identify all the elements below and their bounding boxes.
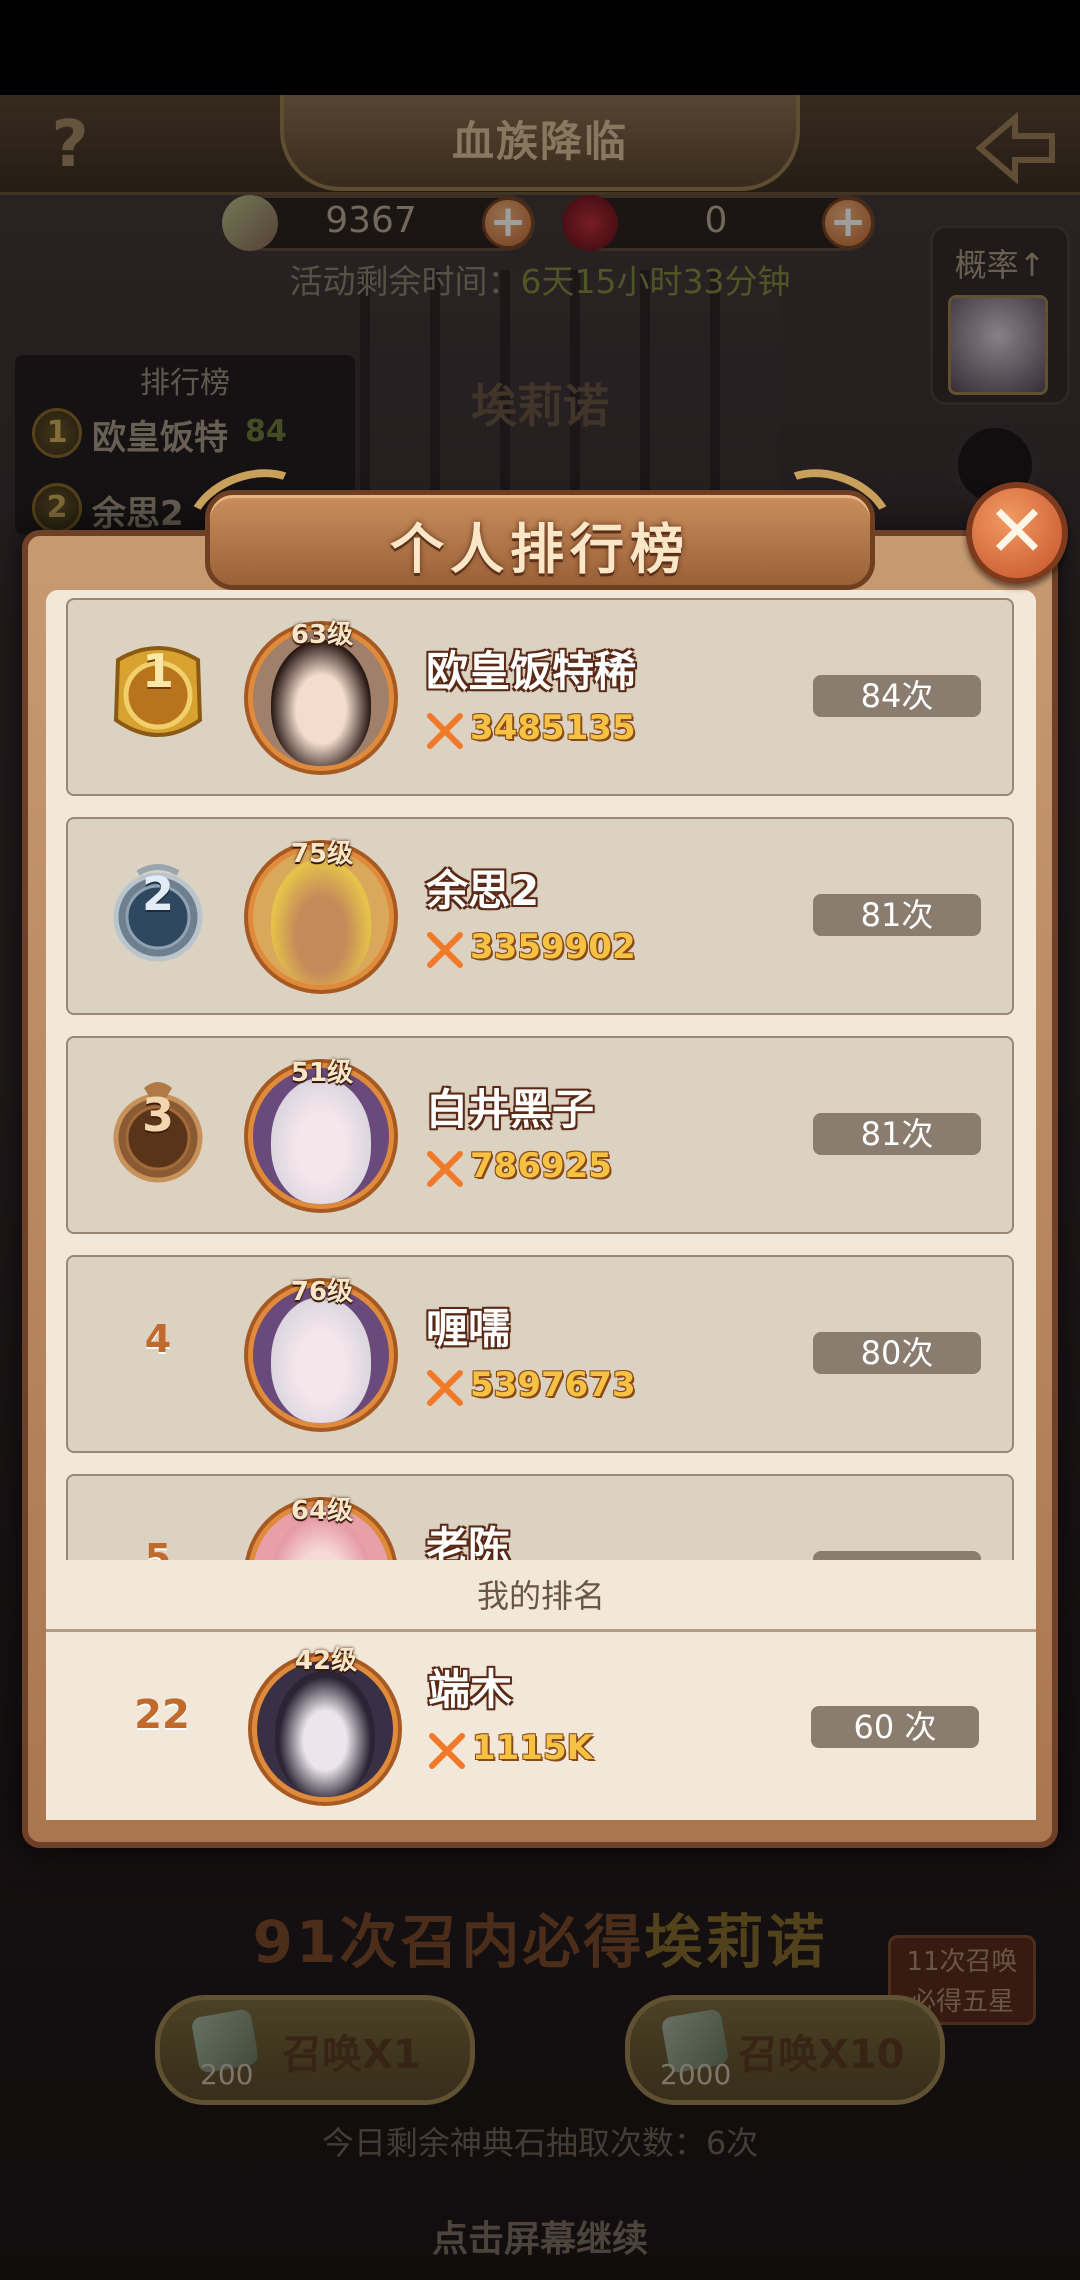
ranking-row-3: 3 51级 白井黑子 786925 81次 — [66, 1036, 1014, 1234]
rank-number: 2 — [141, 867, 174, 921]
player-power: 786925 — [470, 1146, 612, 1186]
my-rank-header: 我的排名 — [46, 1560, 1036, 1632]
my-avatar[interactable] — [252, 1656, 398, 1802]
player-power: 3485135 — [470, 708, 636, 748]
power-swords-icon — [427, 1151, 463, 1187]
power-swords-icon — [429, 1733, 465, 1769]
my-rank-number: 22 — [134, 1692, 190, 1738]
player-power: 5397673 — [470, 1365, 636, 1405]
summon-count-badge: 81次 — [813, 894, 981, 936]
rank-number: 5 — [144, 1536, 172, 1560]
my-summon-count-badge: 60 次 — [811, 1706, 979, 1748]
player-level: 51级 — [290, 1058, 354, 1088]
player-name: 老陈 — [426, 1523, 511, 1560]
my-power: 1115K — [472, 1728, 593, 1768]
summon-count-badge: 80次 — [813, 1332, 981, 1374]
player-name: 欧皇饭特稀 — [426, 647, 637, 696]
status-bar — [0, 0, 1080, 95]
player-level: 64级 — [290, 1496, 354, 1526]
ranking-row-1: 1 63级 欧皇饭特稀 3485135 84次 — [66, 598, 1014, 796]
player-power: 3359902 — [470, 927, 636, 967]
ranking-list[interactable]: 1 63级 欧皇饭特稀 3485135 84次 2 75级 余思2 335990… — [66, 598, 1014, 1560]
dialog-title: 个人排行榜 — [390, 518, 690, 581]
power-swords-icon — [427, 713, 463, 749]
ranking-row-5: 5 64级 老陈 — [66, 1474, 1014, 1560]
rank-number: 3 — [141, 1088, 174, 1142]
my-name: 端木 — [428, 1665, 513, 1714]
close-button[interactable]: ✕ — [966, 482, 1068, 584]
ranking-row-4: 4 76级 喱嚅 5397673 80次 — [66, 1255, 1014, 1453]
summon-count-badge: 84次 — [813, 675, 981, 717]
summon-count-badge — [813, 1551, 981, 1560]
power-swords-icon — [427, 1370, 463, 1406]
player-level: 75级 — [290, 839, 354, 869]
player-name: 白井黑子 — [426, 1085, 595, 1134]
rank-number: 1 — [141, 644, 174, 698]
player-name: 余思2 — [426, 866, 540, 915]
ranking-row-2: 2 75级 余思2 3359902 81次 — [66, 817, 1014, 1015]
my-level: 42级 — [294, 1646, 358, 1676]
rank-number: 4 — [144, 1317, 172, 1361]
player-level: 76级 — [290, 1277, 354, 1307]
my-rank-row: 22 42级 端木 1115K 60 次 — [46, 1636, 1036, 1820]
player-name: 喱嚅 — [426, 1304, 511, 1353]
power-swords-icon — [427, 932, 463, 968]
player-level: 63级 — [290, 620, 354, 650]
summon-count-badge: 81次 — [813, 1113, 981, 1155]
